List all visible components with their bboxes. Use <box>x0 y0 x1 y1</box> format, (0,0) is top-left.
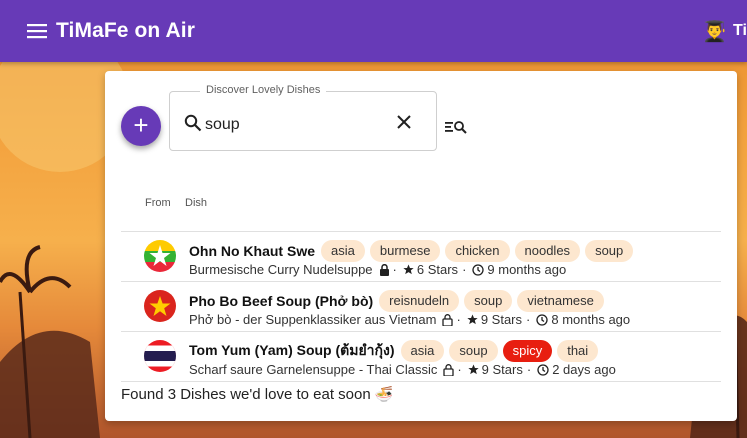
clock-icon <box>537 363 549 376</box>
dish-stars: 9 Stars <box>481 362 523 377</box>
dish-age: 2 days ago <box>552 362 616 377</box>
tag-chip[interactable]: soup <box>464 290 513 312</box>
lock-icon <box>442 313 454 326</box>
dish-subtitle: Scharf saure Garnelensuppe - Thai Classi… <box>189 362 438 377</box>
tag-chip[interactable]: thai <box>557 340 599 362</box>
dish-name[interactable]: Pho Bo Beef Soup (Phở bò) <box>189 293 373 309</box>
star-icon <box>467 314 478 325</box>
dish-row[interactable]: Ohn No Khaut Swe asia burmese chicken no… <box>121 232 721 282</box>
tag-chip[interactable]: asia <box>400 340 445 362</box>
separator-dot: · <box>456 312 461 327</box>
user-menu[interactable]: 👨‍🎓 Till <box>702 0 747 62</box>
plus-icon: + <box>133 110 149 140</box>
dish-stars: 6 Stars <box>416 262 459 277</box>
dish-name[interactable]: Ohn No Khaut Swe <box>189 243 315 259</box>
tag-chip[interactable]: vietnamese <box>517 290 604 312</box>
separator-dot: · <box>526 312 531 327</box>
dish-subtitle: Burmesische Curry Nudelsuppe <box>189 262 373 277</box>
tag-chip[interactable]: soup <box>585 240 634 262</box>
clock-icon <box>536 313 549 326</box>
lock-icon <box>379 263 390 276</box>
tag-chip[interactable]: chicken <box>445 240 510 262</box>
tag-chip-spicy[interactable]: spicy <box>502 340 553 362</box>
dish-search-card: + Discover Lovely Dishes From Dish <box>105 71 737 421</box>
star-icon <box>468 364 479 375</box>
separator-dot: · <box>392 262 397 277</box>
dish-stars: 9 Stars <box>480 312 523 327</box>
dish-row[interactable]: Tom Yum (Yam) Soup (ต้มยำกุ้ง) asia soup… <box>121 332 721 382</box>
myanmar-flag <box>144 240 176 272</box>
filter-search-icon[interactable] <box>445 119 467 140</box>
dish-age: 8 months ago <box>551 312 631 327</box>
column-dish: Dish <box>185 197 208 209</box>
tag-chip[interactable]: burmese <box>369 240 441 262</box>
dish-name[interactable]: Tom Yum (Yam) Soup (ต้มยำกุ้ง) <box>189 340 395 362</box>
dish-subtitle: Phở bò - der Suppenklassiker aus Vietnam <box>189 312 437 327</box>
column-from: From <box>145 197 171 209</box>
tag-chip[interactable]: reisnudeln <box>379 290 460 312</box>
table-header: From Dish <box>145 197 207 209</box>
tag-chip[interactable]: noodles <box>514 240 581 262</box>
search-label: Discover Lovely Dishes <box>200 84 327 96</box>
vietnam-flag <box>144 290 176 322</box>
add-dish-button[interactable]: + <box>121 106 161 146</box>
dish-list: Ohn No Khaut Swe asia burmese chicken no… <box>121 231 721 382</box>
results-summary: Found 3 Dishes we'd love to eat soon 🍜 <box>121 386 394 403</box>
search-input[interactable] <box>205 116 385 134</box>
close-icon[interactable] <box>396 114 412 135</box>
star-icon <box>403 264 414 275</box>
search-field[interactable]: Discover Lovely Dishes <box>169 84 437 151</box>
dish-row[interactable]: Pho Bo Beef Soup (Phở bò) reisnudeln sou… <box>121 282 721 332</box>
dish-age: 9 months ago <box>487 262 567 277</box>
tag-chip[interactable]: asia <box>321 240 365 262</box>
lock-icon <box>443 363 454 376</box>
separator-dot: · <box>457 362 462 377</box>
search-icon <box>184 114 202 137</box>
user-name: Till <box>733 22 747 39</box>
clock-icon <box>472 263 485 276</box>
thailand-flag <box>144 340 176 372</box>
menu-icon[interactable] <box>22 16 52 46</box>
separator-dot: · <box>526 362 532 377</box>
tag-chip[interactable]: soup <box>449 340 498 362</box>
separator-dot: · <box>462 262 467 277</box>
app-title: TiMaFe on Air <box>56 19 195 42</box>
app-toolbar: TiMaFe on Air 👨‍🎓 Till <box>0 0 747 62</box>
user-avatar: 👨‍🎓 <box>702 20 727 43</box>
